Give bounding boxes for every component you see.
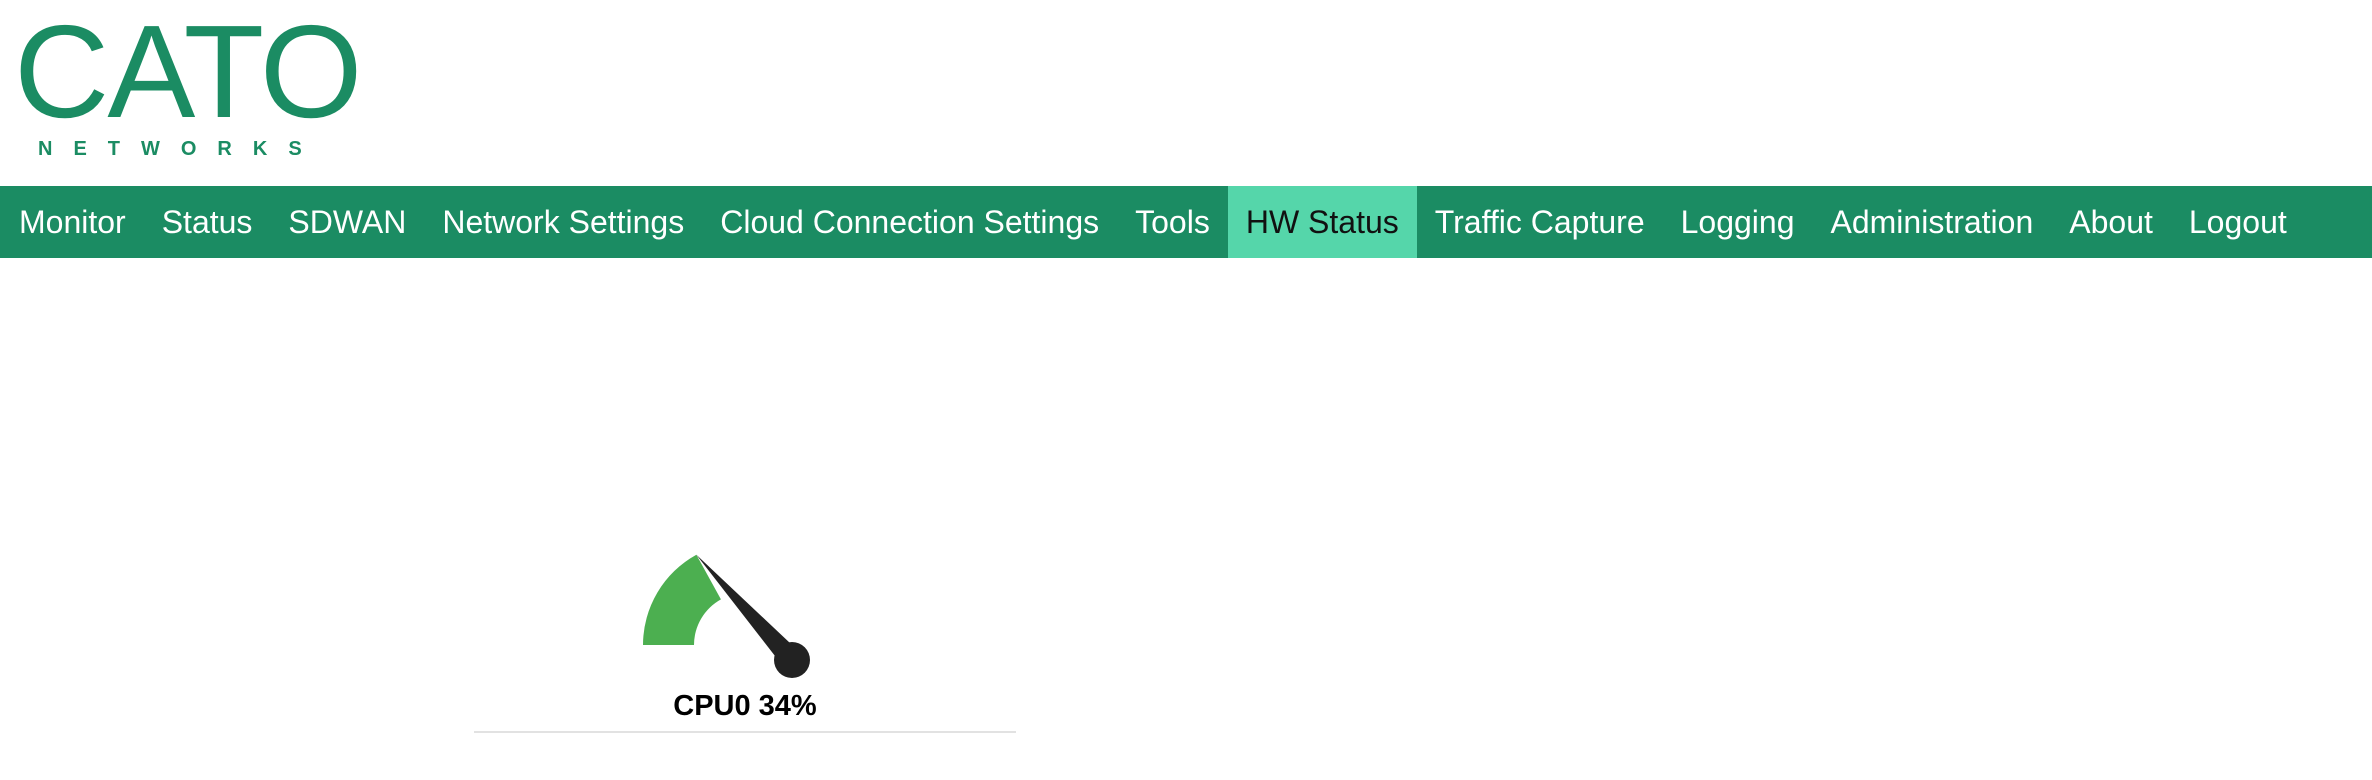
main-navigation: Monitor Status SDWAN Network Settings Cl…	[0, 186, 2372, 258]
nav-item-network-settings[interactable]: Network Settings	[424, 186, 702, 258]
cato-networks-logo: CATO NETWORKS	[14, 0, 374, 161]
nav-item-tools[interactable]: Tools	[1117, 186, 1228, 258]
nav-item-status[interactable]: Status	[144, 186, 271, 258]
nav-item-cloud-connection-settings[interactable]: Cloud Connection Settings	[702, 186, 1117, 258]
nav-item-sdwan[interactable]: SDWAN	[270, 186, 424, 258]
logo-tagline: NETWORKS	[38, 138, 323, 160]
nav-item-traffic-capture[interactable]: Traffic Capture	[1417, 186, 1663, 258]
cpu0-gauge-panel: CPU0 34%	[474, 520, 1016, 734]
header: CATO NETWORKS	[0, 0, 2372, 186]
logo-wordmark: CATO	[14, 0, 362, 145]
nav-item-administration[interactable]: Administration	[1813, 186, 2052, 258]
nav-item-logout[interactable]: Logout	[2171, 186, 2305, 258]
nav-item-logging[interactable]: Logging	[1663, 186, 1813, 258]
nav-item-hw-status[interactable]: HW Status	[1227, 186, 1417, 258]
nav-item-monitor[interactable]: Monitor	[0, 186, 144, 258]
cpu-gauge	[643, 554, 810, 678]
gauge-divider	[474, 731, 1016, 733]
gauge-needle-hub	[774, 642, 810, 678]
nav-item-about[interactable]: About	[2051, 186, 2171, 258]
cpu0-usage-label: CPU0 34%	[673, 690, 817, 722]
